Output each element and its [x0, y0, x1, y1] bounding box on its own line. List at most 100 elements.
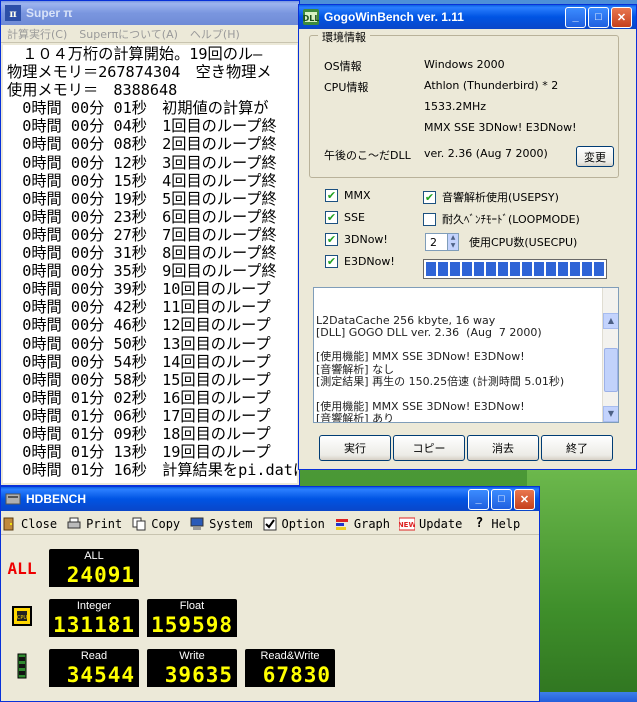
superpi-title: Super π [26, 6, 73, 20]
checkbox-3dnow-box[interactable]: ✔ [325, 233, 338, 246]
toolbar-update[interactable]: NEW Update [399, 516, 462, 532]
meter-integer-value: 131181 [49, 613, 139, 637]
checkbox-e3dnow-box[interactable]: ✔ [325, 255, 338, 268]
cpu-count-spinner[interactable]: 2 ▲ ▼ 使用CPU数(USECPU) [425, 233, 577, 251]
checkbox-mmx-box[interactable]: ✔ [325, 189, 338, 202]
cpu-count-value: 2 [430, 235, 437, 249]
superpi-output-line: 0時間 00分 39秒 10回目のループ [7, 280, 271, 299]
close-button[interactable]: ✕ [611, 6, 632, 28]
superpi-titlebar[interactable]: π Super π [1, 1, 299, 25]
new-badge-icon: NEW [399, 516, 415, 532]
minimize-button[interactable]: _ [468, 488, 489, 510]
checkbox-usepsy-box[interactable]: ✔ [423, 190, 436, 204]
info-value: Windows 2000 [424, 58, 505, 71]
cpu-count-field[interactable]: 2 ▲ ▼ [425, 233, 459, 251]
log-line: [使用機能] MMX SSE 3DNow! E3DNow! [316, 350, 525, 364]
checkbox-sse[interactable]: ✔ SSE [325, 211, 365, 224]
toolbar-copy[interactable]: Copy [131, 516, 180, 532]
meter-write: Write 39635 [147, 649, 237, 687]
toolbar-graph-label: Graph [353, 516, 390, 531]
toolbar-print-label: Print [86, 516, 123, 531]
maximize-button[interactable]: □ [588, 6, 609, 28]
superpi-output-line: 0時間 00分 12秒 3回目のループ終 [7, 153, 277, 172]
result-log-lines: L2DataCache 256 kbyte, 16 way [DLL] GOGO … [316, 314, 600, 422]
meter-write-value: 39635 [147, 663, 237, 687]
toolbar-system[interactable]: System [189, 516, 253, 532]
superpi-app-icon: π [5, 5, 21, 21]
gogo-app-icon: DLL [303, 9, 319, 25]
checkbox-3dnow[interactable]: ✔ 3DNow! [325, 233, 388, 246]
progress-fill [426, 262, 604, 276]
toolbar-option-label: Option [281, 516, 325, 531]
copy-button[interactable]: コピー [393, 435, 465, 461]
superpi-output-line: 使用メモリ＝ 8388648 [7, 81, 178, 100]
info-value: 1533.2MHz [424, 100, 487, 113]
meter-readwrite: Read&Write 67830 [245, 649, 335, 687]
superpi-output-line: 0時間 00分 35秒 9回目のループ終 [7, 262, 277, 281]
toolbar-option[interactable]: Option [262, 516, 325, 532]
run-button[interactable]: 実行 [319, 435, 391, 461]
scroll-down-icon[interactable]: ▼ [603, 406, 618, 422]
all-badge: ALL [5, 551, 39, 585]
toolbar-graph[interactable]: Graph [334, 516, 390, 532]
superpi-output: １０４万桁の計算開始。19回のル― 物理メモリ＝267874304 空き物理メ 使用… [3, 45, 297, 483]
help-question-icon: ? [475, 516, 484, 531]
superpi-output-line: 0時間 00分 42秒 11回目のループ [7, 298, 271, 317]
computer-icon [189, 516, 205, 532]
toolbar-help[interactable]: ? Help [471, 516, 520, 532]
hdbench-window: HDBENCH _ □ ✕ Close Print Copy System Op… [0, 486, 540, 702]
checkbox-loopmode-box[interactable] [423, 212, 436, 226]
checkbox-e3dnow[interactable]: ✔ E3DNow! [325, 255, 395, 268]
checkbox-e3dnow-label: E3DNow! [344, 255, 395, 268]
clear-button[interactable]: 消去 [467, 435, 539, 461]
superpi-output-line: 0時間 01分 02秒 16回目のループ [7, 388, 271, 407]
close-button[interactable]: ✕ [514, 488, 535, 510]
svg-text:CPU: CPU [17, 615, 28, 621]
superpi-output-line: 0時間 00分 46秒 12回目のループ [7, 316, 271, 335]
menu-calc[interactable]: 計算実行(C) [7, 26, 67, 42]
hdbench-app-icon [5, 493, 21, 505]
toolbar-print[interactable]: Print [66, 516, 122, 532]
superpi-output-line: 0時間 01分 06秒 17回目のループ [7, 406, 271, 425]
menu-about[interactable]: Superπについて(A) [79, 26, 178, 42]
superpi-output-line: 0時間 00分 04秒 1回目のループ終 [7, 117, 277, 136]
checkbox-loopmode[interactable]: 耐久ﾍﾞﾝﾁﾓｰﾄﾞ(LOOPMODE) [423, 211, 580, 227]
checkbox-icon [262, 516, 278, 532]
toolbar-copy-label: Copy [151, 516, 181, 531]
toolbar-close[interactable]: Close [1, 516, 57, 532]
minimize-button[interactable]: _ [565, 6, 586, 28]
info-key: CPU情報 [324, 81, 369, 94]
menu-help[interactable]: ヘルプ(H) [190, 26, 240, 42]
checkbox-mmx[interactable]: ✔ MMX [325, 189, 371, 202]
info-value: Athlon (Thunderbird) * 2 [424, 79, 559, 92]
environment-info-group: 環境情報 OS情報 Windows 2000 CPU情報 Athlon (Thu… [309, 29, 619, 178]
log-line: [測定結果] 再生の 150.25倍速 (計測時間 5.01秒) [316, 375, 565, 389]
scroll-thumb[interactable] [604, 348, 618, 392]
result-log[interactable]: L2DataCache 256 kbyte, 16 way [DLL] GOGO … [313, 287, 619, 423]
scroll-up-icon[interactable]: ▲ [603, 312, 618, 329]
meter-all: ALL 24091 [49, 549, 139, 587]
checkbox-sse-box[interactable]: ✔ [325, 211, 338, 224]
spinner-arrows-icon[interactable]: ▲ ▼ [447, 234, 458, 250]
hdbench-titlebar[interactable]: HDBENCH _ □ ✕ [1, 487, 539, 511]
maximize-button[interactable]: □ [491, 488, 512, 510]
superpi-output-line: 0時間 00分 31秒 8回目のループ終 [7, 244, 277, 263]
superpi-window: π Super π 計算実行(C) Superπについて(A) ヘルプ(H) １… [0, 0, 300, 486]
checkbox-usepsy[interactable]: ✔ 音響解析使用(USEPSY) [423, 189, 559, 205]
checkbox-usepsy-label: 音響解析使用(USEPSY) [442, 191, 559, 204]
superpi-output-line: 0時間 00分 01秒 初期値の計算が [7, 99, 269, 118]
graph-icon [334, 516, 350, 532]
svg-text:π: π [9, 9, 16, 20]
log-line: [DLL] GOGO DLL ver. 2.36 (Aug 7 2000) [316, 325, 542, 339]
cpu-chip-icon: CPU [5, 599, 39, 633]
hdbench-title: HDBENCH [26, 492, 86, 506]
log-scrollbar[interactable]: ▲ ▼ [602, 288, 618, 422]
info-row-os: OS情報 Windows 2000 [324, 58, 505, 74]
gogo-titlebar[interactable]: DLL GogoWinBench ver. 1.11 _ □ ✕ [299, 5, 636, 29]
meter-readwrite-label: Read&Write [245, 649, 335, 663]
meter-write-label: Write [147, 649, 237, 663]
exit-button[interactable]: 終了 [541, 435, 613, 461]
change-dll-button[interactable]: 変更 [576, 146, 614, 167]
meter-all-label: ALL [49, 549, 139, 563]
